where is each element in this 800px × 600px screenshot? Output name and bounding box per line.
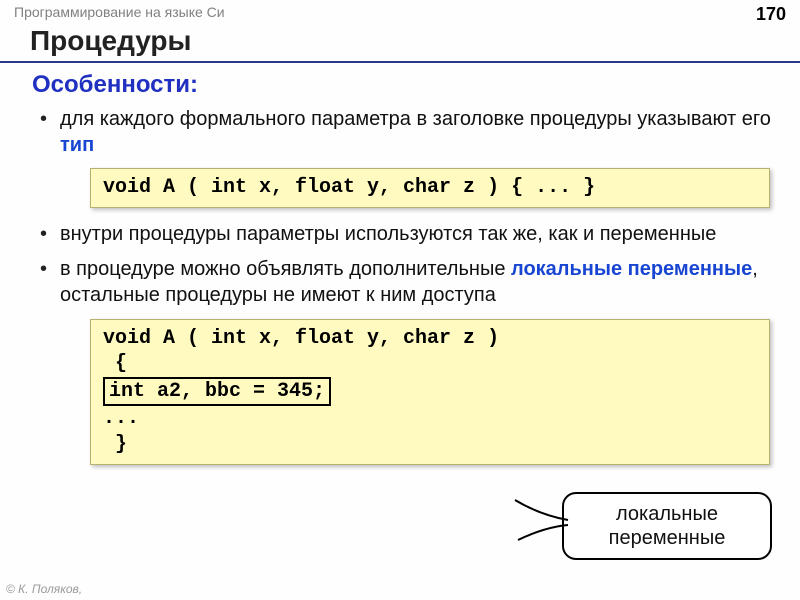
bullet-text: внутри процедуры параметры используются … (60, 223, 716, 245)
callout-bubble: локальные переменные (562, 492, 772, 560)
callout-text: локальные переменные (564, 502, 770, 550)
page-number: 170 (756, 4, 786, 25)
callout-tail-icon (510, 495, 580, 545)
code-example-2: void A ( int x, float y, char z ) { int … (90, 319, 770, 465)
list-item: для каждого формального параметра в заго… (60, 107, 780, 208)
copyright-text: © К. Поляков, (6, 582, 82, 596)
list-item: внутри процедуры параметры используются … (60, 222, 780, 248)
code-line: { (103, 352, 127, 375)
slide-title: Процедуры (0, 25, 800, 59)
feature-list: для каждого формального параметра в заго… (32, 107, 780, 465)
keyword-local-vars: локальные переменные (511, 258, 752, 280)
code-example-1: void A ( int x, float y, char z ) { ... … (90, 168, 770, 208)
course-name: Программирование на языке Си (14, 4, 225, 25)
bullet-text: для каждого формального параметра в заго… (60, 108, 771, 130)
list-item: в процедуре можно объявлять дополнительн… (60, 257, 780, 464)
highlighted-declaration: int a2, bbc = 345; (103, 377, 331, 407)
title-divider (0, 61, 800, 63)
code-line: } (103, 433, 127, 456)
code-line: void A ( int x, float y, char z ) (103, 327, 499, 350)
bullet-text: в процедуре можно объявлять дополнительн… (60, 258, 511, 280)
code-line: ... (103, 407, 139, 430)
section-subtitle: Особенности: (32, 71, 780, 99)
keyword-type: тип (60, 134, 94, 156)
